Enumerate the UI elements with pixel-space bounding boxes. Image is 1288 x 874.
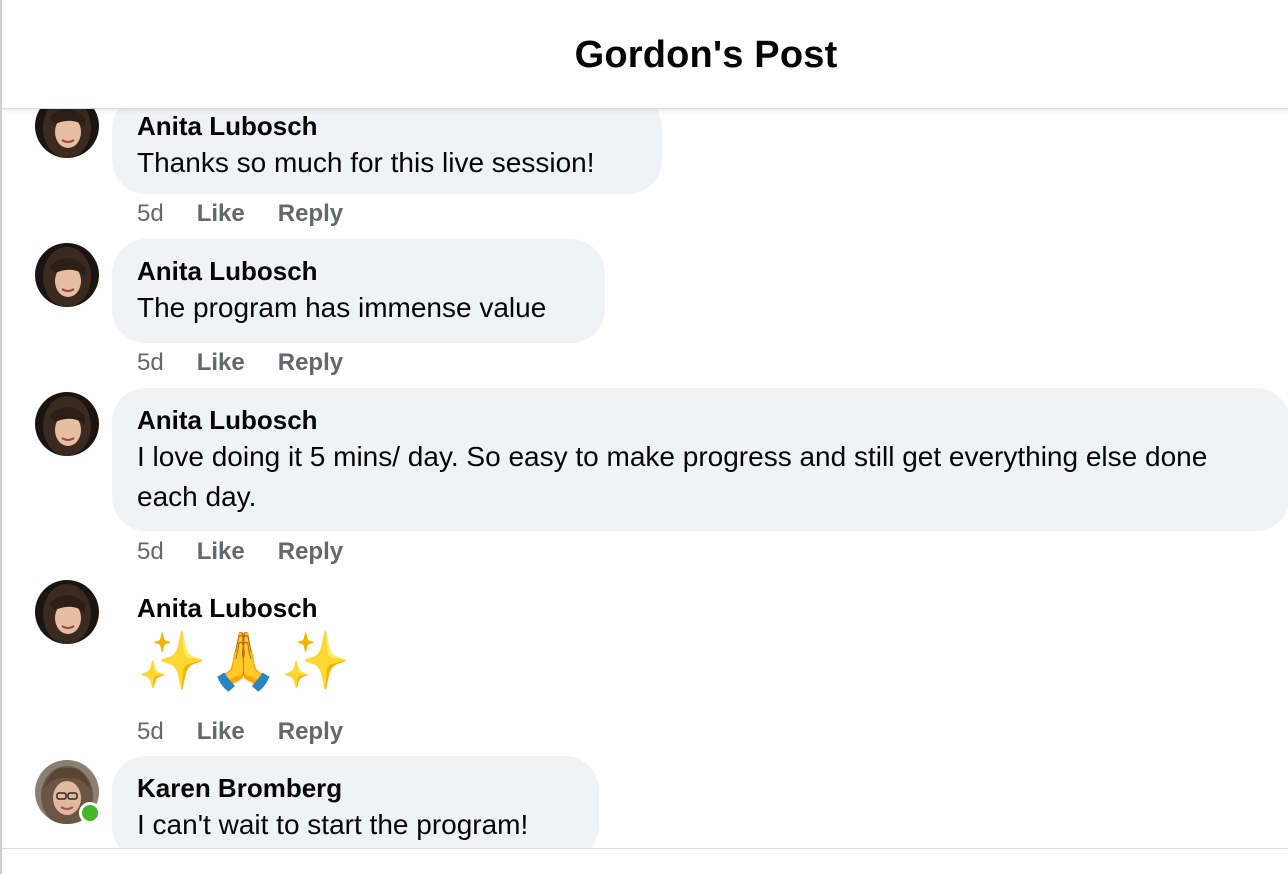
reply-button[interactable]: Reply: [278, 718, 343, 746]
online-status-indicator: [79, 802, 101, 824]
comment-text: I love doing it 5 mins/ day. So easy to …: [137, 441, 1208, 512]
comment-composer-edge: [2, 848, 1288, 874]
comment-bubble: Anita Lubosch ✨🙏✨: [112, 576, 512, 706]
reply-button[interactable]: Reply: [278, 349, 343, 377]
like-button[interactable]: Like: [197, 538, 245, 566]
comment-bubble: Anita Lubosch I love doing it 5 mins/ da…: [112, 388, 1288, 531]
comment-author[interactable]: Anita Lubosch: [137, 108, 637, 141]
comment-bubble: Karen Bromberg I can't wait to start the…: [112, 756, 599, 848]
avatar[interactable]: [35, 580, 99, 644]
comment-author[interactable]: Karen Bromberg: [137, 756, 574, 803]
comment-timestamp[interactable]: 5d: [137, 718, 164, 746]
comment-author[interactable]: Anita Lubosch: [137, 239, 580, 286]
comment-actions: 5d Like Reply: [137, 200, 376, 228]
comment-bubble: Anita Lubosch Thanks so much for this li…: [112, 108, 662, 194]
avatar[interactable]: [35, 108, 99, 158]
comment-author[interactable]: Anita Lubosch: [137, 388, 1265, 435]
comment-actions: 5d Like Reply: [137, 538, 376, 566]
reply-button[interactable]: Reply: [278, 538, 343, 566]
post-header: Gordon's Post: [2, 0, 1288, 109]
comment-author[interactable]: Anita Lubosch: [137, 576, 487, 623]
reply-button[interactable]: Reply: [278, 200, 343, 228]
comments-list[interactable]: Anita Lubosch Thanks so much for this li…: [2, 108, 1288, 848]
post-comments-window: Gordon's Post Anita Lubosch Thanks so mu…: [0, 0, 1288, 874]
comment-actions: 5d Like Reply: [137, 718, 376, 746]
like-button[interactable]: Like: [197, 200, 245, 228]
comment-text: The program has immense value: [137, 292, 547, 323]
comment-timestamp[interactable]: 5d: [137, 538, 164, 566]
avatar[interactable]: [35, 392, 99, 456]
comment-timestamp[interactable]: 5d: [137, 200, 164, 228]
page-title: Gordon's Post: [574, 33, 838, 76]
comment-emoji-text: ✨🙏✨: [137, 629, 353, 694]
like-button[interactable]: Like: [197, 718, 245, 746]
comment-text: Thanks so much for this live session!: [137, 147, 595, 178]
comment-timestamp[interactable]: 5d: [137, 349, 164, 377]
like-button[interactable]: Like: [197, 349, 245, 377]
comment-text: I can't wait to start the program!: [137, 809, 529, 840]
avatar[interactable]: [35, 243, 99, 307]
comment-bubble: Anita Lubosch The program has immense va…: [112, 239, 605, 343]
comment-actions: 5d Like Reply: [137, 349, 376, 377]
